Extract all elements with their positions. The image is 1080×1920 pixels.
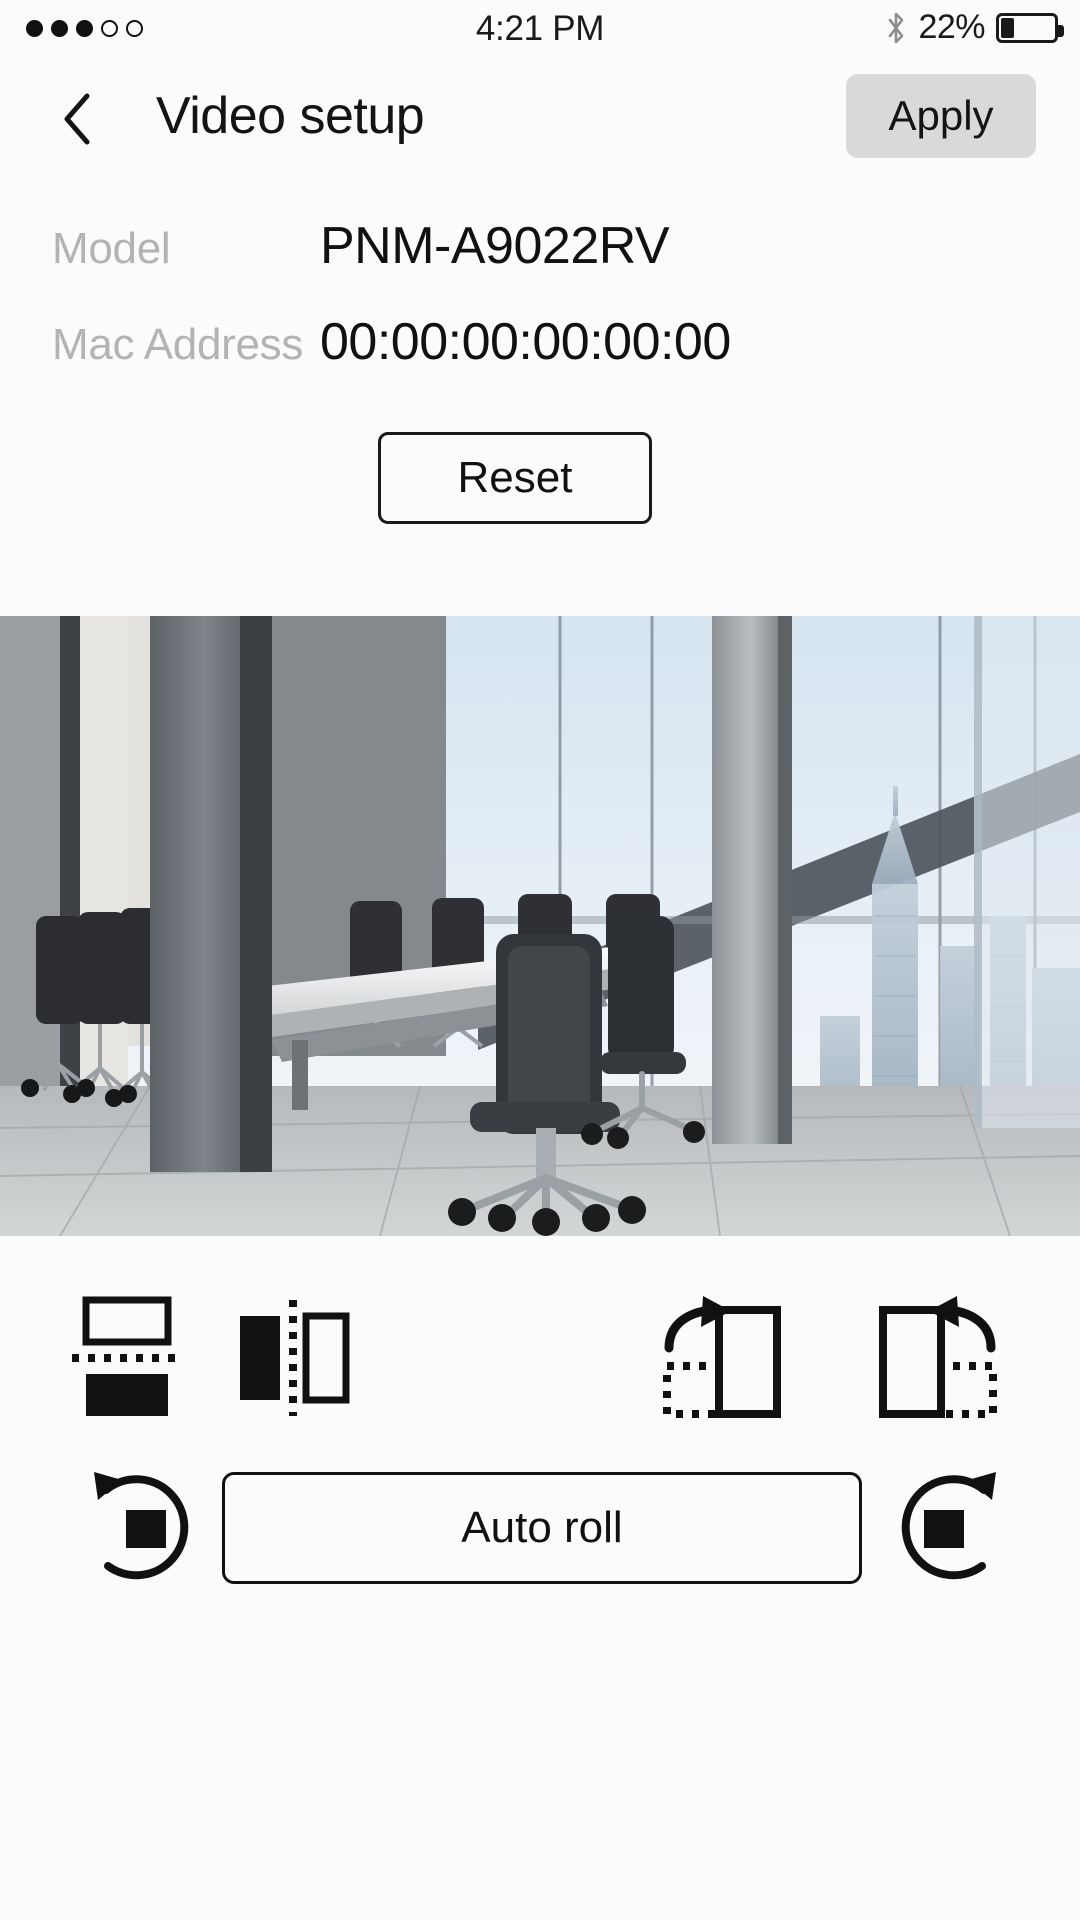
roll-clockwise-button[interactable] [876, 1460, 1012, 1596]
auto-roll-button[interactable]: Auto roll [222, 1472, 862, 1584]
model-label: Model [52, 224, 171, 273]
status-bar-right-group: 22% [885, 8, 1064, 47]
info-row-mac-address: Mac Address 00:00:00:00:00:00 [0, 312, 1080, 408]
status-bar: 4:21 PM 22% [0, 0, 1080, 62]
mac-address-value: 00:00:00:00:00:00 [320, 313, 731, 371]
roll-controls-row: Auto roll [0, 1450, 1080, 1610]
battery-fill-level [1001, 17, 1014, 38]
apply-button[interactable]: Apply [846, 74, 1036, 158]
rotate-right-button[interactable] [658, 1288, 788, 1428]
page-title: Video setup [156, 87, 425, 145]
bluetooth-icon [889, 12, 904, 43]
transform-buttons-row [0, 1288, 1080, 1428]
video-controls-panel: Auto roll [0, 1236, 1080, 1610]
mac-address-label: Mac Address [52, 320, 304, 369]
chevron-left-icon [64, 93, 90, 145]
flip-horizontal-button[interactable] [228, 1288, 358, 1428]
flip-vertical-button[interactable] [62, 1288, 192, 1428]
battery-icon [996, 12, 1064, 43]
roll-clockwise-icon [901, 1472, 996, 1580]
flip-vertical-icon [72, 1296, 182, 1416]
rotate-left-button[interactable] [872, 1288, 1002, 1428]
roll-counterclockwise-icon [94, 1472, 189, 1580]
rotate-right-icon [663, 1296, 781, 1418]
device-info-panel: Model PNM-A9022RV Mac Address 00:00:00:0… [0, 174, 1080, 616]
video-preview[interactable] [0, 616, 1080, 1236]
reset-button[interactable]: Reset [378, 432, 652, 524]
roll-counterclockwise-button[interactable] [78, 1460, 214, 1596]
model-value: PNM-A9022RV [320, 217, 670, 275]
rotate-left-icon [879, 1296, 997, 1418]
conference-room-image [0, 616, 1080, 1236]
app-header: Video setup Apply [0, 62, 1080, 174]
back-button[interactable] [42, 84, 112, 154]
battery-percent-label: 22% [918, 8, 985, 46]
flip-horizontal-icon [240, 1300, 350, 1416]
info-row-model: Model PNM-A9022RV [0, 216, 1080, 312]
